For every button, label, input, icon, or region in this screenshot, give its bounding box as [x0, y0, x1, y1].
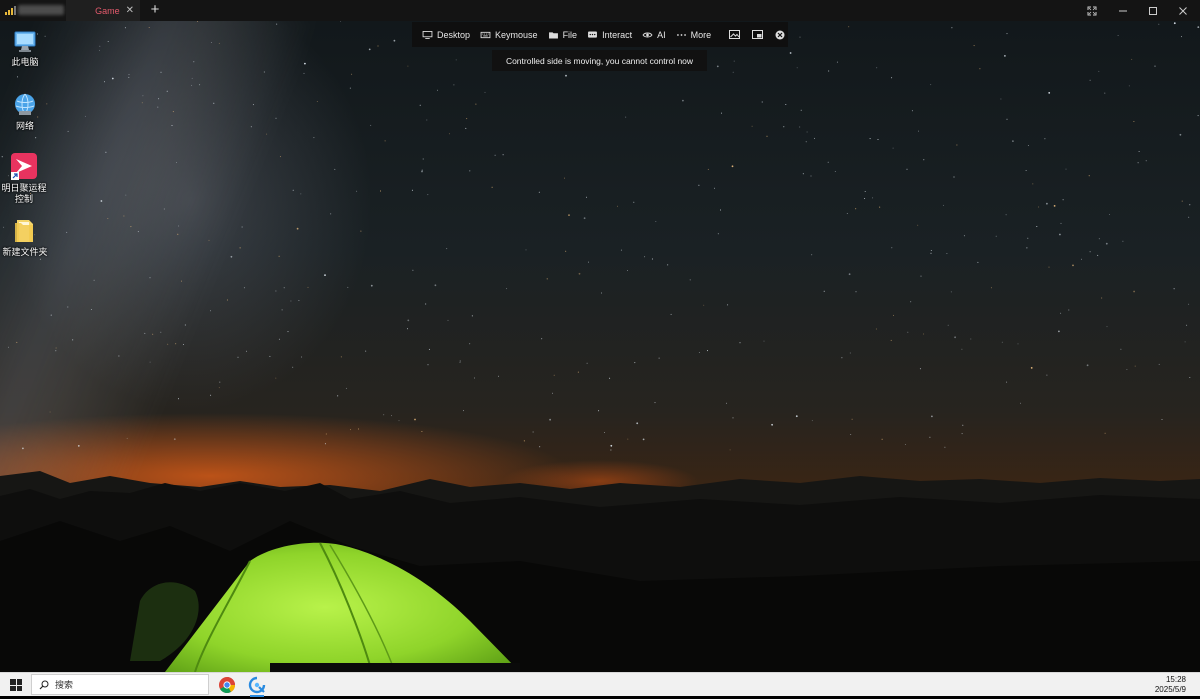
tab-host-blurred[interactable] [18, 5, 64, 15]
taskbar: 搜索 15:28 2025/5/9 [0, 672, 1200, 697]
maximize-button[interactable] [1138, 0, 1168, 21]
toolbar-interact-label: Interact [602, 29, 633, 40]
chrome-icon [219, 677, 235, 693]
keyboard-icon [480, 31, 491, 38]
toolbar-screenshot-button[interactable] [729, 29, 741, 41]
tab-game[interactable]: Game ✕ [66, 0, 140, 21]
toolbar-ai-button[interactable]: AI [642, 30, 666, 40]
taskbar-clock[interactable]: 15:28 2025/5/9 [1155, 675, 1186, 695]
taskbar-chrome[interactable] [218, 676, 236, 694]
computer-icon [11, 27, 39, 55]
search-icon [39, 680, 49, 689]
control-notice: Controlled side is moving, you cannot co… [492, 50, 707, 71]
close-circle-icon [775, 30, 785, 39]
toolbar-window-button[interactable] [752, 29, 764, 41]
ellipsis-icon [676, 33, 686, 36]
desktop-icon-new-folder[interactable]: 新建文件夹 [2, 217, 48, 258]
fullscreen-button[interactable] [1077, 0, 1107, 21]
toolbar-desktop-label: Desktop [437, 29, 471, 40]
eye-icon [642, 32, 653, 37]
taskbar-remote-app[interactable] [248, 676, 266, 697]
toolbar-more-button[interactable]: More [676, 29, 712, 40]
desktop-icon-app[interactable]: 明日聚运程控制 [0, 153, 48, 205]
tab-game-label: Game [95, 5, 120, 16]
desktop-icon-network[interactable]: 网络 [2, 91, 48, 132]
minimize-icon [1119, 10, 1127, 11]
taskbar-search[interactable]: 搜索 [31, 674, 209, 695]
desktop-icon-label: 网络 [15, 121, 34, 131]
toolbar-desktop-button[interactable]: Desktop [422, 30, 470, 40]
remote-toolbar: Desktop Keymouse File Interact AI More [412, 22, 788, 47]
start-button[interactable] [10, 679, 22, 691]
toolbar-more-label: More [690, 29, 712, 40]
signal-icon [5, 6, 16, 15]
fullscreen-icon [1087, 6, 1097, 15]
minimize-button[interactable] [1108, 0, 1138, 21]
search-label: 搜索 [55, 680, 74, 690]
clock-time: 15:28 [1165, 675, 1186, 684]
title-bar: Game ✕ + [0, 0, 1200, 21]
app-shortcut-icon [10, 153, 38, 181]
wallpaper-tent [130, 542, 520, 672]
toolbar-keymouse-button[interactable]: Keymouse [480, 30, 538, 40]
close-window-button[interactable] [1168, 0, 1198, 21]
active-indicator [250, 695, 264, 697]
window-icon [752, 30, 764, 39]
network-icon [11, 91, 39, 119]
remote-desktop[interactable]: 此电脑 网络 明日聚运程控制 新建文件夹 [0, 21, 1200, 672]
folder-icon [548, 31, 558, 39]
monitor-icon [422, 30, 433, 39]
toolbar-disconnect-button[interactable] [775, 29, 785, 41]
desktop-icon-label: 新建文件夹 [2, 247, 48, 257]
toolbar-keymouse-label: Keymouse [495, 29, 538, 40]
chat-icon [588, 30, 598, 38]
close-icon [1179, 6, 1187, 15]
desktop-icon-label: 此电脑 [11, 57, 39, 67]
toolbar-interact-button[interactable]: Interact [587, 30, 632, 40]
folder-icon [11, 217, 39, 245]
tab-close-icon[interactable]: ✕ [126, 5, 134, 16]
desktop-icon-this-pc[interactable]: 此电脑 [2, 27, 48, 68]
add-tab-button[interactable]: + [146, 1, 164, 19]
remote-app-icon [248, 676, 266, 694]
image-icon [729, 30, 741, 39]
toolbar-ai-label: AI [657, 29, 666, 40]
toolbar-file-label: File [562, 29, 578, 40]
toolbar-file-button[interactable]: File [548, 29, 578, 40]
maximize-icon [1149, 6, 1157, 15]
clock-date: 2025/5/9 [1154, 685, 1186, 694]
desktop-icon-label: 明日聚运程控制 [1, 183, 47, 204]
